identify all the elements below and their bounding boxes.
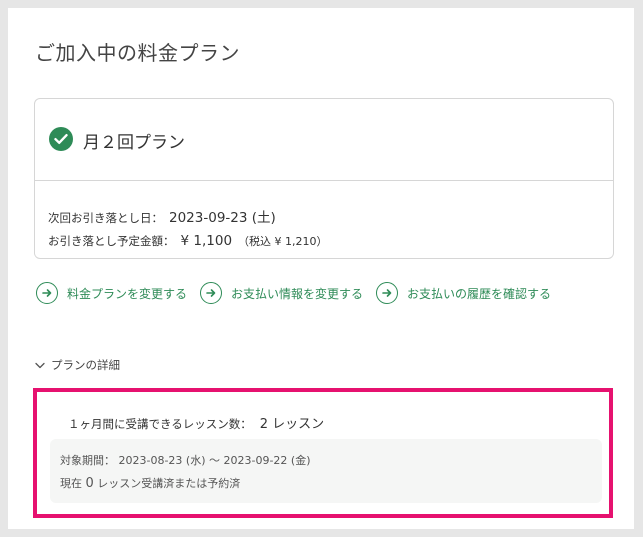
page-title: ご加入中の料金プラン xyxy=(35,41,240,65)
change-plan-label: 料金プランを変更する xyxy=(67,286,188,301)
plan-header: 月２回プラン xyxy=(35,99,613,181)
arrow-right-icon xyxy=(376,282,398,304)
lessons-value: 2 レッスン xyxy=(259,417,325,432)
payment-history-label: お支払いの履歴を確認する xyxy=(407,286,552,301)
period-value: 2023-08-23 (水) ～ 2023-09-22 (金) xyxy=(118,454,311,467)
lessons-label: １ヶ月間に受講できるレッスン数： xyxy=(68,417,252,431)
chevron-down-icon xyxy=(35,358,45,372)
payment-history-link[interactable]: お支払いの履歴を確認する xyxy=(376,282,551,304)
next-billing-label: 次回お引き落とし日： xyxy=(48,211,163,225)
current-count: 0 xyxy=(85,476,94,491)
plan-details-panel: １ヶ月間に受講できるレッスン数： 2 レッスン 対象期間： 2023-08-23 … xyxy=(33,388,613,518)
period-box: 対象期間： 2023-08-23 (水) ～ 2023-09-22 (金) 現在… xyxy=(50,439,602,503)
action-links: 料金プランを変更する お支払い情報を変更する お支払いの履歴を確認する xyxy=(36,282,551,304)
plan-details-label: プランの詳細 xyxy=(51,358,120,372)
change-payment-label: お支払い情報を変更する xyxy=(231,286,364,301)
current-usage-row: 現在 0 レッスン受講済または予約済 xyxy=(60,475,240,491)
amount-value: ¥ 1,100 xyxy=(180,233,233,249)
arrow-right-icon xyxy=(36,282,58,304)
current-plan-box: 月２回プラン 次回お引き落とし日： 2023-09-23 (土) お引き落とし予定… xyxy=(34,98,614,259)
amount-label: お引き落とし予定金額： xyxy=(48,234,175,248)
next-billing-row: 次回お引き落とし日： 2023-09-23 (土) xyxy=(48,206,276,226)
lessons-per-month: １ヶ月間に受講できるレッスン数： 2 レッスン xyxy=(68,413,324,432)
change-plan-link[interactable]: 料金プランを変更する xyxy=(36,282,200,304)
period-row: 対象期間： 2023-08-23 (水) ～ 2023-09-22 (金) xyxy=(60,452,311,468)
current-suffix: レッスン受講済または予約済 xyxy=(97,477,241,490)
current-prefix: 現在 xyxy=(60,477,82,490)
plan-name: 月２回プラン xyxy=(83,133,185,153)
amount-row: お引き落とし予定金額： ¥ 1,100 （税込 ¥ 1,210） xyxy=(48,233,328,249)
change-payment-link[interactable]: お支払い情報を変更する xyxy=(200,282,376,304)
period-label: 対象期間： xyxy=(60,454,115,467)
amount-tax: （税込 ¥ 1,210） xyxy=(238,235,328,248)
next-billing-value: 2023-09-23 (土) xyxy=(169,210,276,226)
plan-details-toggle[interactable]: プランの詳細 xyxy=(35,357,120,373)
plan-card: ご加入中の料金プラン 月２回プラン 次回お引き落とし日： 2023-09-23 (… xyxy=(8,8,634,529)
arrow-right-icon xyxy=(200,282,222,304)
check-icon xyxy=(49,127,73,151)
